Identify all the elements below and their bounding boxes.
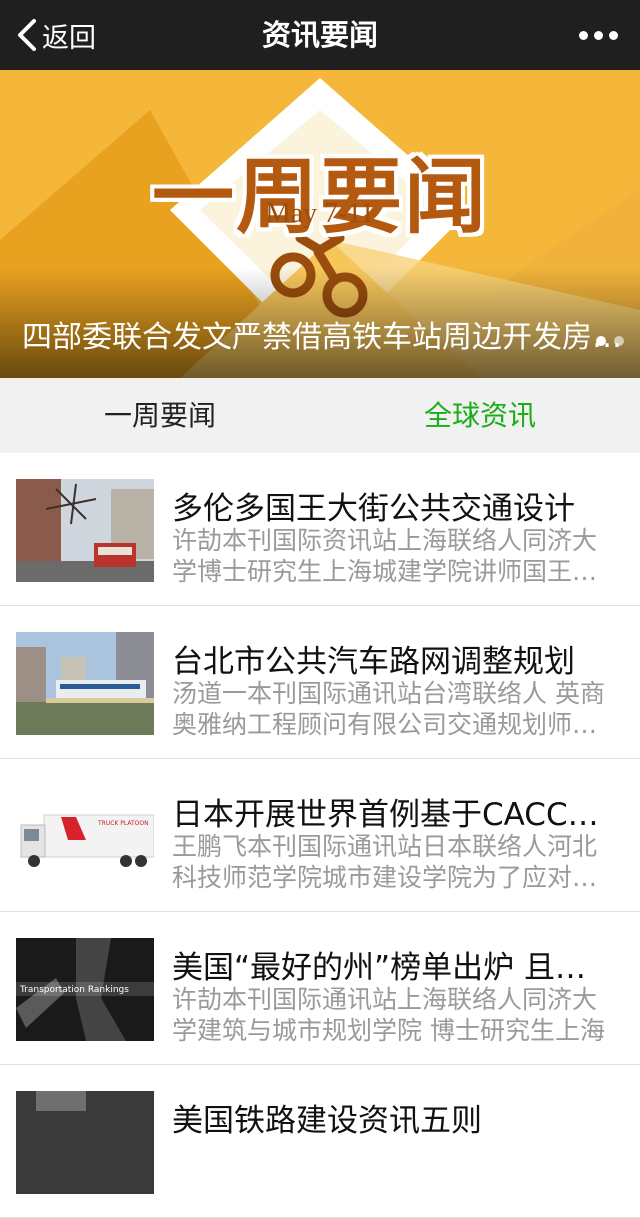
more-dots-icon[interactable] (579, 0, 618, 70)
tab-bar: 一周要闻 全球资讯 (0, 378, 640, 453)
article-title: 台北市公共汽车路网调整规划 (172, 644, 575, 680)
tab-weekly-news[interactable]: 一周要闻 (0, 378, 320, 453)
top-nav-bar: 返回 资讯要闻 (0, 0, 640, 70)
list-item[interactable]: 美国铁路建设资讯五则 (0, 1065, 640, 1218)
article-title: 美国“最好的州”榜单出炉 且看交通排名 (172, 950, 610, 986)
list-item[interactable]: Transportation Rankings 美国“最好的州”榜单出炉 且看交… (0, 912, 640, 1065)
article-title: 美国铁路建设资讯五则 (172, 1103, 482, 1139)
article-desc: 汤道一本刊国际通讯站台湾联络人 英商奥雅纳工程顾问有限公司交通规划师台北 (172, 679, 605, 739)
banner-carousel[interactable]: 一周要闻 May 7-11 四部委联合发文严禁借高铁车站周边开发房地产 (0, 70, 640, 378)
list-item[interactable]: 台北市公共汽车路网调整规划 汤道一本刊国际通讯站台湾联络人 英商奥雅纳工程顾问有… (0, 606, 640, 759)
banner-headline: 一周要闻 (151, 150, 488, 245)
truck-platoon-image: TRUCK PLATOON (16, 785, 154, 888)
list-item[interactable]: 多伦多国王大街公共交通设计 许劼本刊国际资讯站上海联络人同济大学博士研究生上海城… (0, 453, 640, 606)
street-tram-image (16, 479, 154, 582)
page-title: 资讯要闻 (261, 18, 378, 52)
article-list: 多伦多国王大街公共交通设计 许劼本刊国际资讯站上海联络人同济大学博士研究生上海城… (0, 453, 640, 1218)
banner-caption[interactable]: 四部委联合发文严禁借高铁车站周边开发房地产 (22, 312, 634, 356)
list-item[interactable]: TRUCK PLATOON 日本开展世界首例基于CACC的卡车编队实验 王鹏飞本… (0, 759, 640, 912)
article-desc: 王鹏飞本刊国际通讯站日本联络人河北科技师范学院城市建设学院为了应对物流 (172, 832, 598, 892)
back-button[interactable]: 返回 (16, 0, 96, 70)
banner-date: May 7-11 (265, 198, 375, 229)
truck-thumb-text: TRUCK PLATOON (97, 820, 149, 827)
monorail-city-image (16, 632, 154, 735)
article-title: 日本开展世界首例基于CACC的卡车编队实验 (172, 797, 610, 833)
chevron-left-icon (18, 19, 36, 51)
article-desc: 许劼本刊国际通讯站上海联络人同济大学建筑与城市规划学院 博士研究生上海 (172, 985, 605, 1045)
carousel-dots (596, 336, 624, 346)
back-label: 返回 (42, 22, 96, 54)
transportation-rankings-image: Transportation Rankings (16, 938, 154, 1041)
tab-global-news[interactable]: 全球资讯 (320, 378, 640, 453)
railway-image (16, 1091, 154, 1194)
article-desc: 许劼本刊国际资讯站上海联络人同济大学博士研究生上海城建学院讲师国王大街 (172, 526, 598, 586)
rankings-thumb-text: Transportation Rankings (19, 985, 129, 995)
article-title: 多伦多国王大街公共交通设计 (172, 491, 575, 527)
